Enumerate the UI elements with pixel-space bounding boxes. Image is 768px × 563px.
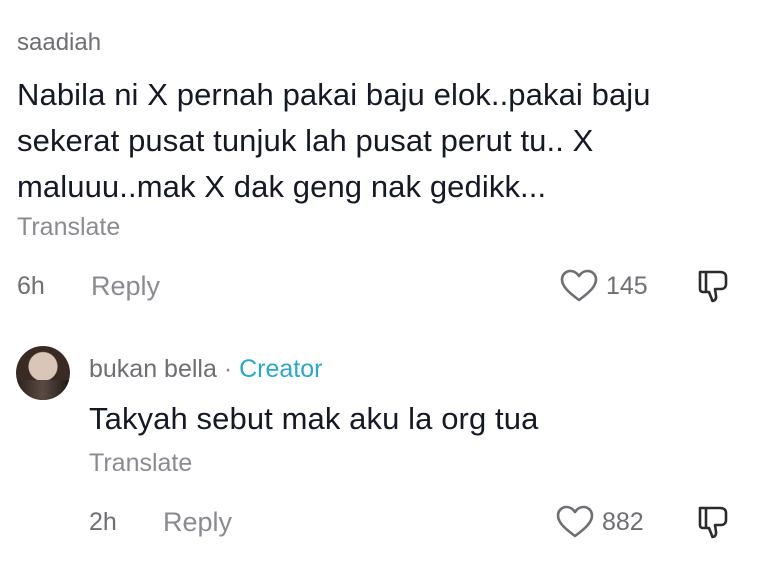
comment-timestamp: 6h [17,272,45,300]
comment-text: Takyah sebut mak aku la org tua [89,401,539,436]
comment-actions: 2h Reply 882 [0,502,768,542]
comment-text-line: maluuu..mak X dak geng nak gedikk... [17,169,547,204]
comment-bukan-bella: bukan bella · Creator Takyah sebut mak a… [0,330,768,563]
comment-text-line: sekerat pusat tunjuk lah pusat perut tu.… [17,123,594,158]
comment-saadiah: saadiah Nabila ni X pernah pakai baju el… [0,0,768,320]
like-count: 882 [602,508,644,536]
comment-username[interactable]: bukan bella [89,355,217,383]
comment-timestamp: 2h [89,508,117,536]
translate-link[interactable]: Translate [89,448,192,478]
like-button[interactable]: 145 [560,266,648,306]
reply-button[interactable]: Reply [163,502,232,542]
translate-link[interactable]: Translate [17,212,120,242]
comment-username[interactable]: saadiah [17,28,101,58]
comment-actions: 6h Reply 145 [0,266,768,306]
heart-icon [560,269,598,303]
creator-badge: Creator [239,355,323,383]
comment-username-row: bukan bella · Creator [89,354,323,384]
thumbs-down-icon[interactable] [694,268,732,304]
like-button[interactable]: 882 [556,502,644,542]
like-count: 145 [606,272,648,300]
reply-button[interactable]: Reply [91,266,160,306]
separator-dot: · [223,355,233,383]
thumbs-down-icon[interactable] [694,504,732,540]
comment-text: Nabila ni X pernah pakai baju elok..paka… [17,72,757,210]
comment-text-line: Nabila ni X pernah pakai baju elok..paka… [17,77,651,112]
heart-icon [556,505,594,539]
